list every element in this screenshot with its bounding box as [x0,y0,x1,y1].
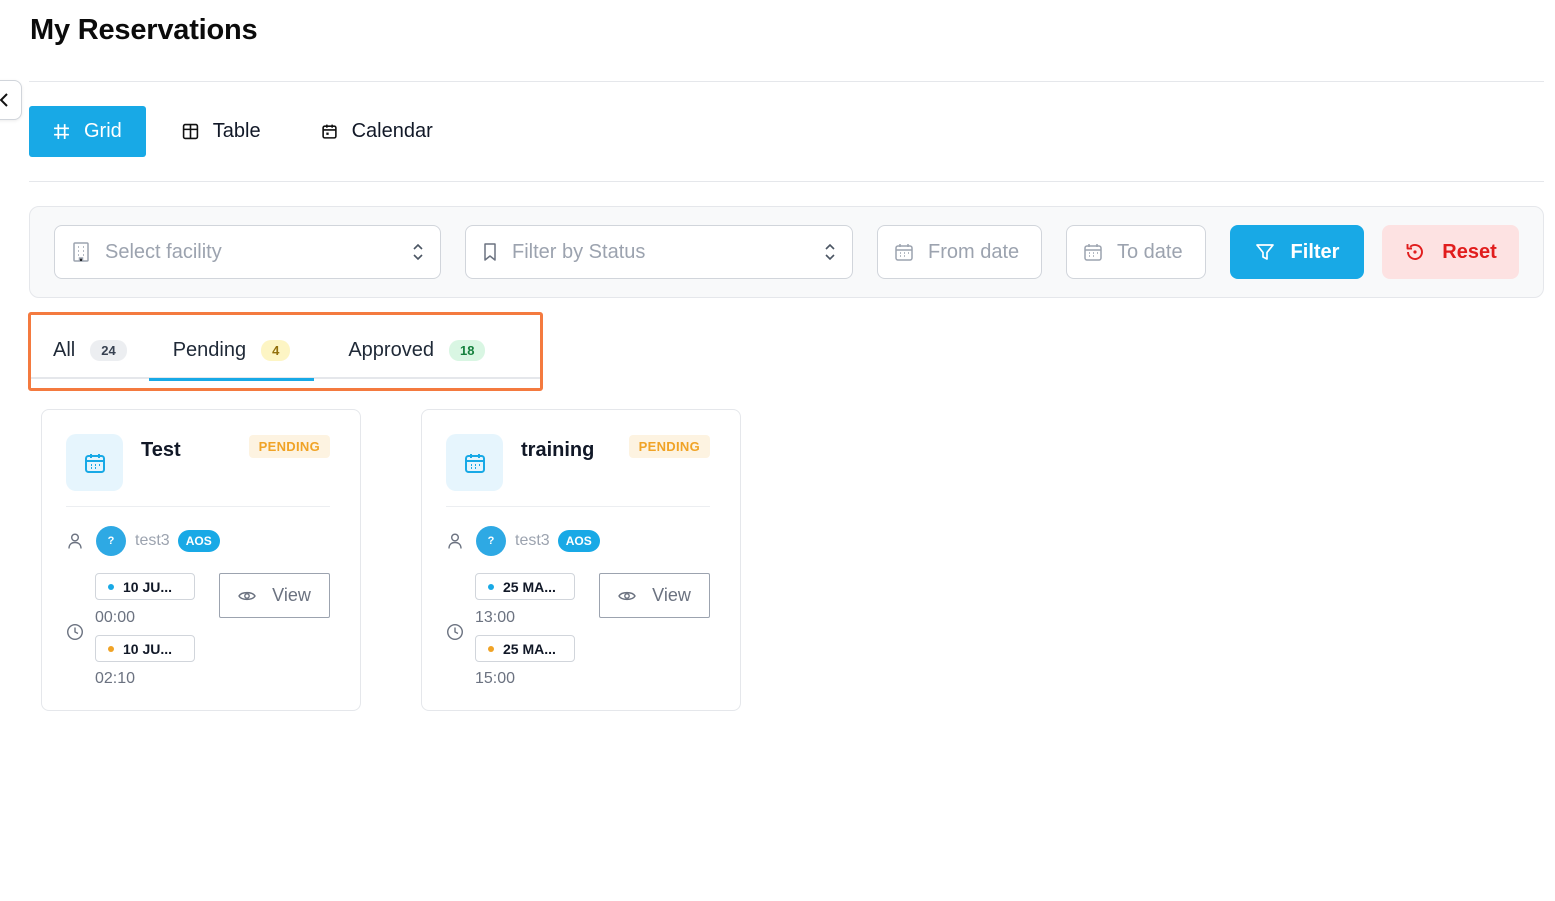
end-date-chip: 10 JU... [95,635,195,662]
status-select[interactable]: Filter by Status [465,225,853,279]
start-dot-icon [488,583,494,590]
table-icon [182,123,198,140]
status-tabs: All 24 Pending 4 Approved 18 [31,322,540,381]
facility-select[interactable]: Select facility [54,225,441,279]
view-table-button[interactable]: Table [158,106,285,157]
sidebar-collapse-button[interactable] [0,80,22,120]
card-divider [66,506,330,507]
funnel-icon [1255,244,1274,260]
clock-icon [446,623,464,641]
chevron-left-icon [0,93,8,107]
org-badge: AOS [177,530,220,552]
start-date-chip: 25 MA... [475,573,575,600]
filter-bar: Select facility Filter by Status From da… [29,206,1544,298]
reservation-title: training [521,439,595,461]
avatar: ? [96,526,126,556]
user-icon [448,533,462,549]
view-button-label: View [272,585,311,605]
reservation-icon [446,434,503,491]
tab-all-count: 24 [90,340,127,361]
filter-button[interactable]: Filter [1230,225,1364,279]
end-time: 15:00 [475,670,516,687]
to-date-placeholder: To date [1117,240,1183,263]
to-date-input[interactable]: To date [1066,225,1206,279]
end-date-chip: 25 MA... [475,635,575,662]
start-time: 00:00 [95,609,136,626]
calendar-icon [321,124,337,139]
view-button[interactable]: View [599,573,710,618]
requester-row: ? test3 AOS [66,526,220,556]
status-badge: PENDING [248,435,330,458]
view-grid-label: Grid [84,120,122,142]
from-date-placeholder: From date [928,240,1020,263]
start-date-chip: 10 JU... [95,573,195,600]
building-icon [73,242,89,262]
tab-pending-label: Pending [172,339,247,361]
end-time: 02:10 [95,670,136,687]
reset-button[interactable]: Reset [1382,225,1519,279]
start-dot-icon [108,583,114,590]
start-date: 25 MA... [503,578,556,595]
org-badge: AOS [557,530,600,552]
end-dot-icon [108,645,114,652]
facility-placeholder: Select facility [105,240,222,263]
chevron-up-down-icon [413,243,423,261]
tab-approved[interactable]: Approved 18 [314,322,509,379]
header-divider [29,81,1544,82]
eye-icon [618,591,636,600]
view-grid-button[interactable]: Grid [29,106,146,157]
tab-all-label: All [53,339,76,361]
reset-icon [1406,244,1424,260]
start-date: 10 JU... [123,578,173,595]
status-placeholder: Filter by Status [512,240,646,263]
grid-icon [54,124,69,139]
eye-icon [238,591,256,600]
end-date: 25 MA... [503,640,556,657]
calendar-icon [84,453,105,473]
start-time: 13:00 [475,609,516,626]
view-button[interactable]: View [219,573,330,618]
chevron-up-down-icon [825,243,835,261]
view-button-label: View [652,585,691,605]
page-title: My Reservations [30,14,258,46]
calendar-icon [1084,244,1102,261]
reset-button-label: Reset [1442,240,1497,263]
bookmark-icon [484,243,496,261]
end-date: 10 JU... [123,640,173,657]
requester-row: ? test3 AOS [446,526,600,556]
reservation-card: training PENDING ? test3 AOS 25 MA... 13… [421,409,741,711]
from-date-input[interactable]: From date [877,225,1042,279]
status-badge: PENDING [628,435,710,458]
view-calendar-button[interactable]: Calendar [297,106,457,157]
card-divider [446,506,710,507]
view-switch: Grid Table Calendar [29,106,457,157]
calendar-icon [895,244,913,261]
reservation-icon [66,434,123,491]
requester-name: test3 [515,532,550,549]
tab-pending-count: 4 [261,340,291,361]
tab-approved-label: Approved [348,339,434,361]
view-calendar-label: Calendar [351,120,433,142]
user-icon [68,533,82,549]
requester-name: test3 [135,532,170,549]
filter-button-label: Filter [1290,240,1340,263]
end-dot-icon [488,645,494,652]
toolbar-divider [29,181,1544,182]
tab-approved-count: 18 [448,340,486,361]
calendar-icon [464,453,485,473]
tab-all[interactable]: All 24 [31,322,149,379]
reservation-title: Test [141,439,181,461]
tab-pending[interactable]: Pending 4 [148,322,315,381]
reservation-card: Test PENDING ? test3 AOS 10 JU... 00:00 … [41,409,361,711]
view-table-label: Table [212,120,261,142]
avatar: ? [476,526,506,556]
clock-icon [66,623,84,641]
